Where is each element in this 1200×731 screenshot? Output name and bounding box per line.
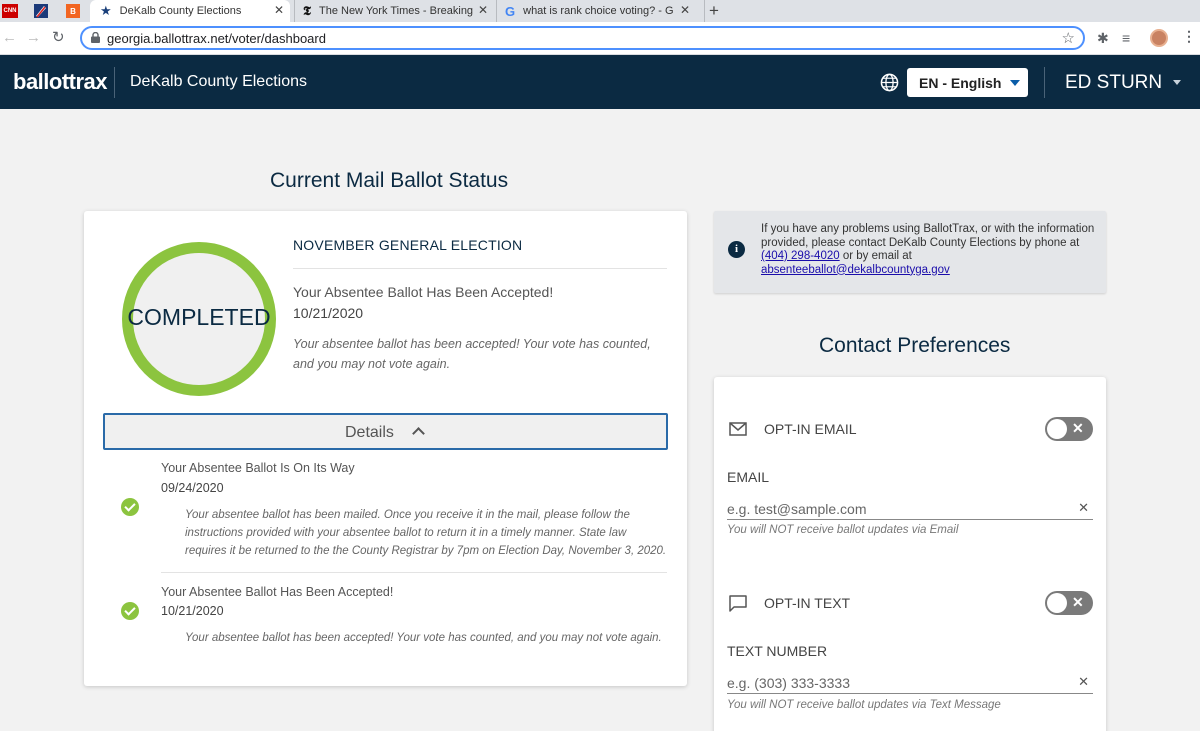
tab-title: The New York Times - Breaking	[318, 5, 474, 17]
tab-cnn[interactable]: CNN	[2, 0, 22, 22]
chevron-down-icon[interactable]	[1173, 80, 1181, 85]
cnn-logo: CNN	[2, 4, 18, 18]
media-control-icon[interactable]: ≡	[1122, 30, 1130, 46]
check-circle-icon	[121, 602, 139, 620]
language-select[interactable]: EN - English	[907, 68, 1028, 97]
timeline-item-title: Your Absentee Ballot Has Been Accepted!	[161, 585, 394, 599]
browser-tabstrip: CNN B ★ DeKalb County Elections ✕ 𝕿 The …	[0, 0, 1200, 22]
help-text: If you have any problems using BallotTra…	[761, 223, 1099, 277]
email-link[interactable]: absenteeballot@dekalbcountyga.gov	[761, 264, 950, 276]
phone-link[interactable]: (404) 298-4020	[761, 250, 840, 262]
star-icon: ★	[100, 3, 112, 18]
close-icon[interactable]: ✕	[680, 3, 690, 17]
timeline-item-title: Your Absentee Ballot Is On Its Way	[161, 461, 355, 475]
b-logo: B	[66, 4, 80, 18]
tab-nyt[interactable]: 𝕿 The New York Times - Breaking ✕	[294, 0, 494, 22]
reload-icon[interactable]: ↻	[52, 28, 65, 46]
county-name: DeKalb County Elections	[130, 73, 307, 90]
timeline-item-date: 10/21/2020	[161, 604, 224, 618]
chat-bubble-icon	[729, 595, 747, 612]
help-text-middle: or by email at	[839, 250, 912, 262]
tab-google[interactable]: G what is rank choice voting? - G ✕	[496, 0, 696, 22]
close-icon: ✕	[1072, 420, 1084, 436]
text-number-field-wrapper: ✕	[727, 674, 1093, 694]
ballottrax-logo[interactable]: ballottrax	[13, 69, 108, 95]
divider	[114, 67, 115, 98]
tab-title: DeKalb County Elections	[119, 5, 242, 17]
language-value: EN - English	[919, 75, 1002, 91]
chevron-up-icon	[412, 427, 425, 440]
browser-toolbar: ← → ↻ georgia.ballottrax.net/voter/dashb…	[0, 22, 1200, 55]
divider	[1044, 67, 1045, 98]
details-toggle-button[interactable]: Details	[103, 413, 668, 450]
status-ring-label: COMPLETED	[127, 304, 271, 330]
close-icon[interactable]: ✕	[274, 3, 284, 17]
user-menu[interactable]: ED STURN	[1065, 72, 1162, 94]
email-hint: You will NOT receive ballot updates via …	[727, 524, 959, 536]
tab-title: what is rank choice voting? - G	[523, 5, 674, 17]
status-title: Your Absentee Ballot Has Been Accepted!	[293, 284, 554, 300]
email-field[interactable]	[727, 500, 1067, 518]
timeline-item-date: 09/24/2020	[161, 481, 224, 495]
timeline-item-description: Your absentee ballot has been accepted! …	[185, 632, 662, 644]
forward-icon[interactable]: →	[26, 29, 41, 46]
help-info-box: i If you have any problems using BallotT…	[714, 211, 1106, 293]
tab-b[interactable]: B	[62, 0, 86, 22]
address-bar[interactable]: georgia.ballottrax.net/voter/dashboard ☆	[80, 26, 1085, 50]
opt-in-email-label: OPT-IN EMAIL	[764, 421, 857, 437]
text-number-field[interactable]	[727, 674, 1067, 692]
opt-in-text-label: OPT-IN TEXT	[764, 595, 851, 611]
timeline-item-description: Your absentee ballot has been mailed. On…	[185, 509, 667, 557]
details-label: Details	[345, 424, 394, 441]
new-tab-button[interactable]: +	[704, 0, 724, 22]
bookmark-star-icon[interactable]: ☆	[1062, 29, 1075, 47]
chevron-down-icon	[1010, 80, 1020, 86]
toggle-knob	[1047, 419, 1067, 439]
tab-dekalb[interactable]: ★ DeKalb County Elections ✕	[90, 0, 290, 22]
google-logo: G	[505, 3, 516, 19]
check-circle-icon	[121, 498, 139, 516]
toggle-knob	[1047, 593, 1067, 613]
nyt-logo: 𝕿	[303, 3, 311, 18]
app-header: ballottrax DeKalb County Elections EN - …	[0, 55, 1200, 109]
back-icon[interactable]: ←	[2, 29, 17, 46]
contact-preferences-heading: Contact Preferences	[819, 334, 1011, 357]
status-description: Your absentee ballot has been accepted! …	[293, 337, 651, 371]
opt-in-email-toggle[interactable]: ✕	[1045, 417, 1093, 441]
help-text-intro: If you have any problems using BallotTra…	[761, 223, 1095, 249]
text-number-hint: You will NOT receive ballot updates via …	[727, 699, 1001, 711]
email-label: EMAIL	[727, 469, 770, 485]
email-field-wrapper: ✕	[727, 500, 1093, 520]
menu-icon[interactable]: ⋮	[1182, 28, 1196, 45]
clear-icon[interactable]: ✕	[1078, 500, 1089, 516]
clear-icon[interactable]: ✕	[1078, 674, 1089, 690]
close-icon[interactable]: ✕	[478, 3, 488, 17]
url-text: georgia.ballottrax.net/voter/dashboard	[107, 31, 326, 46]
lock-icon	[91, 32, 100, 43]
ballot-status-heading: Current Mail Ballot Status	[270, 169, 509, 192]
envelope-icon	[729, 422, 747, 436]
divider	[161, 572, 667, 573]
divider	[293, 268, 667, 269]
info-icon: i	[728, 241, 745, 258]
avatar[interactable]	[1150, 29, 1168, 47]
opt-in-text-toggle[interactable]: ✕	[1045, 591, 1093, 615]
status-date: 10/21/2020	[293, 305, 364, 321]
text-number-label: TEXT NUMBER	[727, 643, 828, 659]
tab-flag[interactable]	[30, 0, 54, 22]
flag-logo	[34, 4, 48, 18]
extensions-icon[interactable]: ✱	[1097, 30, 1109, 47]
close-icon: ✕	[1072, 594, 1084, 610]
election-title: NOVEMBER GENERAL ELECTION	[293, 237, 523, 253]
globe-icon	[880, 73, 899, 92]
